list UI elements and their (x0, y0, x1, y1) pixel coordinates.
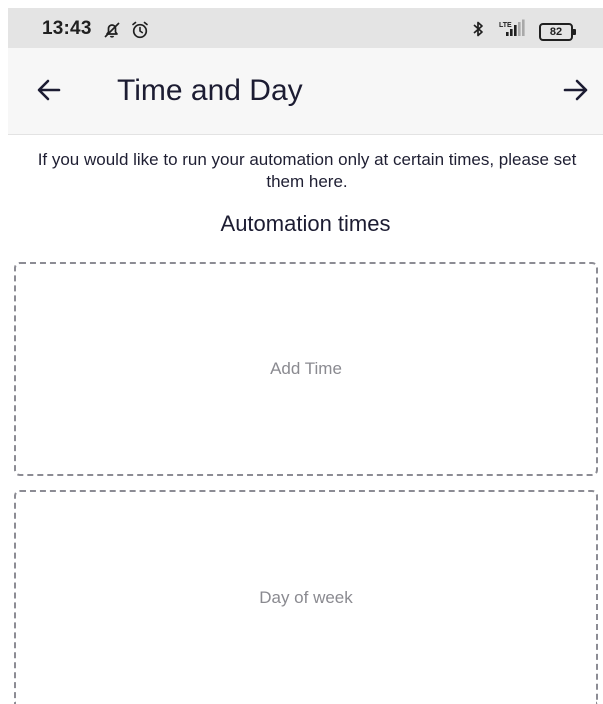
intro-text: If you would like to run your automation… (37, 150, 577, 191)
status-left-icons (102, 20, 150, 45)
status-bar: 13:43 LTE 82 (8, 8, 603, 48)
arrow-left-icon (35, 76, 63, 109)
add-time-label: Add Time (270, 359, 342, 378)
network-type-label: LTE (499, 22, 512, 29)
back-button[interactable] (32, 75, 66, 109)
battery-indicator: 82 (539, 22, 576, 41)
arrow-right-icon (561, 76, 591, 109)
bell-off-icon (102, 20, 122, 45)
section-heading: Automation times (220, 211, 391, 236)
day-of-week-label: Day of week (259, 588, 353, 607)
bluetooth-icon (471, 19, 485, 44)
status-time: 13:43 (42, 18, 92, 39)
app-bar: Time and Day (8, 48, 603, 135)
status-right-icons: LTE 82 (471, 19, 576, 44)
day-of-week-button[interactable]: Day of week (14, 490, 598, 704)
add-time-button[interactable]: Add Time (14, 262, 598, 476)
forward-button[interactable] (559, 75, 593, 109)
signal-icon: LTE (495, 19, 529, 44)
page-title: Time and Day (117, 74, 303, 107)
alarm-icon (130, 20, 150, 45)
